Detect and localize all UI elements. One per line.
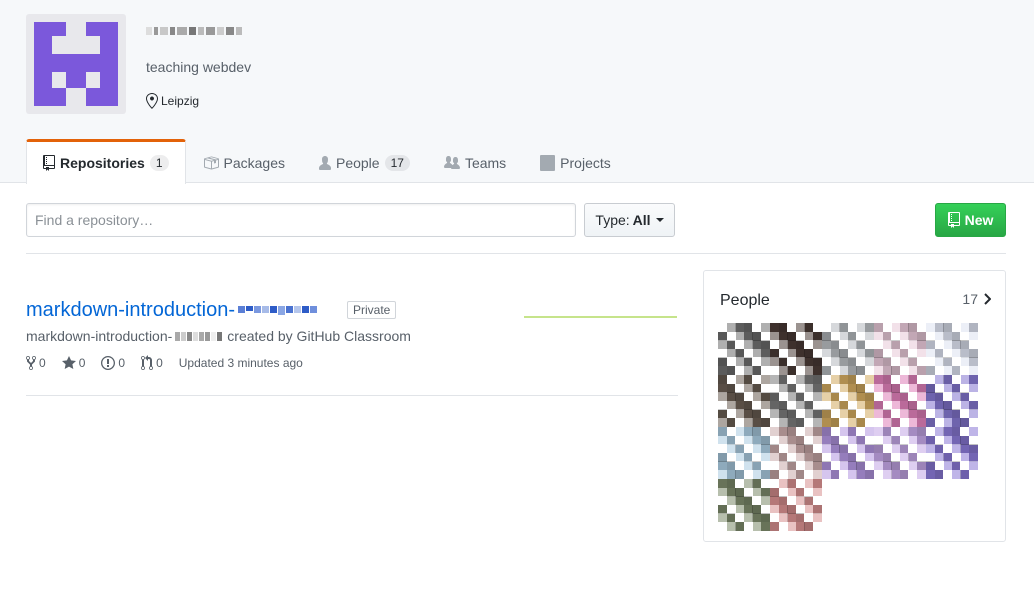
member-avatar[interactable]: [718, 375, 770, 427]
member-avatar[interactable]: [718, 427, 770, 479]
tab-counter: 17: [384, 154, 410, 171]
redacted-suffix: [237, 306, 317, 315]
avatar-pixel: [813, 418, 822, 427]
people-count-link[interactable]: 17: [962, 291, 991, 307]
avatar-pixel: [813, 366, 822, 375]
repo-icon: [947, 212, 960, 228]
updated-time: Updated 3 minutes ago: [178, 356, 303, 370]
member-avatars: [718, 323, 978, 531]
org-avatar[interactable]: [26, 14, 126, 114]
repo-icon: [43, 155, 55, 171]
star-icon: [61, 356, 76, 369]
people-count: 17: [962, 291, 978, 307]
repository-name: markdown-introduction-: [26, 299, 235, 321]
location-icon: [146, 93, 158, 109]
member-avatar[interactable]: [926, 427, 978, 479]
tab-label: Teams: [464, 154, 507, 171]
people-icon: [443, 155, 460, 169]
avatar-pixel: [761, 366, 770, 375]
fork-icon: [26, 356, 36, 370]
member-avatar[interactable]: [822, 323, 874, 375]
tab-packages[interactable]: Packages: [186, 139, 302, 183]
forks-value: 0: [39, 356, 46, 370]
member-avatar[interactable]: [770, 479, 822, 531]
avatar-pixel: [969, 418, 978, 427]
divider: [26, 253, 1006, 254]
org-header: teaching webdev Leipzig Repositories 1 P…: [0, 0, 1034, 184]
pull-request-icon: [141, 355, 154, 370]
people-title: People: [720, 292, 770, 309]
avatar-pixel: [761, 522, 770, 531]
tab-counter: 1: [149, 155, 169, 171]
tab-repositories[interactable]: Repositories 1: [26, 139, 186, 184]
avatar-pixel: [761, 470, 770, 479]
activity-sparkline: [524, 316, 677, 318]
issue-icon: [101, 356, 116, 370]
package-icon: [203, 156, 219, 169]
pull-requests-count[interactable]: 0: [141, 355, 163, 371]
redacted-suffix: [175, 331, 223, 341]
type-filter-value: All: [632, 212, 651, 228]
org-identicon: [34, 22, 118, 106]
tab-projects[interactable]: Projects: [523, 139, 628, 183]
member-avatar[interactable]: [718, 323, 770, 375]
avatar-pixel: [813, 470, 822, 479]
issues-count[interactable]: 0: [101, 355, 125, 371]
member-avatar[interactable]: [874, 427, 926, 479]
pull-requests-value: 0: [156, 356, 163, 370]
repository-description: markdown-introduction- created by GitHub…: [26, 328, 411, 344]
forks-count[interactable]: 0: [26, 355, 46, 371]
people-sidebar-box: People 17: [703, 270, 1006, 542]
project-icon: [540, 154, 556, 171]
tab-label: Projects: [560, 154, 611, 171]
avatar-pixel: [865, 470, 874, 479]
description-suffix: created by GitHub Classroom: [227, 328, 411, 344]
avatar-pixel: [969, 366, 978, 375]
avatar-pixel: [865, 366, 874, 375]
tab-teams[interactable]: Teams: [427, 139, 523, 183]
find-repository-input[interactable]: [26, 203, 576, 237]
member-avatar[interactable]: [770, 323, 822, 375]
chevron-right-icon: [984, 293, 991, 305]
member-avatar[interactable]: [718, 479, 770, 531]
avatar-pixel: [865, 418, 874, 427]
tab-label: Packages: [223, 154, 285, 171]
new-repository-button[interactable]: New: [935, 203, 1006, 237]
type-filter-label: Type:: [595, 212, 630, 228]
repository-meta: 0 0 0 0 Updated 3 minutes ago: [26, 355, 303, 371]
member-avatar[interactable]: [822, 375, 874, 427]
member-avatar[interactable]: [926, 375, 978, 427]
repository-link[interactable]: markdown-introduction-: [26, 299, 317, 322]
member-avatar[interactable]: [874, 375, 926, 427]
avatar-pixel: [917, 470, 926, 479]
tab-people[interactable]: People 17: [302, 139, 427, 183]
new-button-label: New: [964, 212, 994, 228]
tab-label: People: [335, 154, 380, 171]
avatar-pixel: [761, 418, 770, 427]
avatar-pixel: [813, 522, 822, 531]
org-description: teaching webdev: [146, 59, 252, 75]
org-location: Leipzig: [146, 93, 199, 109]
person-icon: [318, 155, 331, 170]
location-label: Leipzig: [161, 94, 200, 108]
repository-list-item: markdown-introduction- Private markdown-…: [26, 270, 678, 396]
type-filter-button[interactable]: Type: All: [584, 203, 675, 237]
org-name-redacted: [146, 20, 242, 42]
private-badge: Private: [347, 301, 397, 319]
member-avatar[interactable]: [770, 375, 822, 427]
member-avatar[interactable]: [770, 427, 822, 479]
stars-value: 0: [78, 356, 86, 370]
description-prefix: markdown-introduction-: [26, 328, 173, 344]
org-tabs: Repositories 1 Packages People 17 Teams …: [26, 139, 628, 184]
avatar-pixel: [917, 418, 926, 427]
stars-count[interactable]: 0: [61, 355, 86, 371]
chevron-down-icon: [655, 218, 664, 222]
member-avatar[interactable]: [926, 323, 978, 375]
member-avatar[interactable]: [874, 323, 926, 375]
tab-label: Repositories: [60, 155, 145, 171]
avatar-pixel: [969, 470, 978, 479]
issues-value: 0: [118, 356, 126, 370]
avatar-pixel: [917, 366, 926, 375]
member-avatar[interactable]: [822, 427, 874, 479]
